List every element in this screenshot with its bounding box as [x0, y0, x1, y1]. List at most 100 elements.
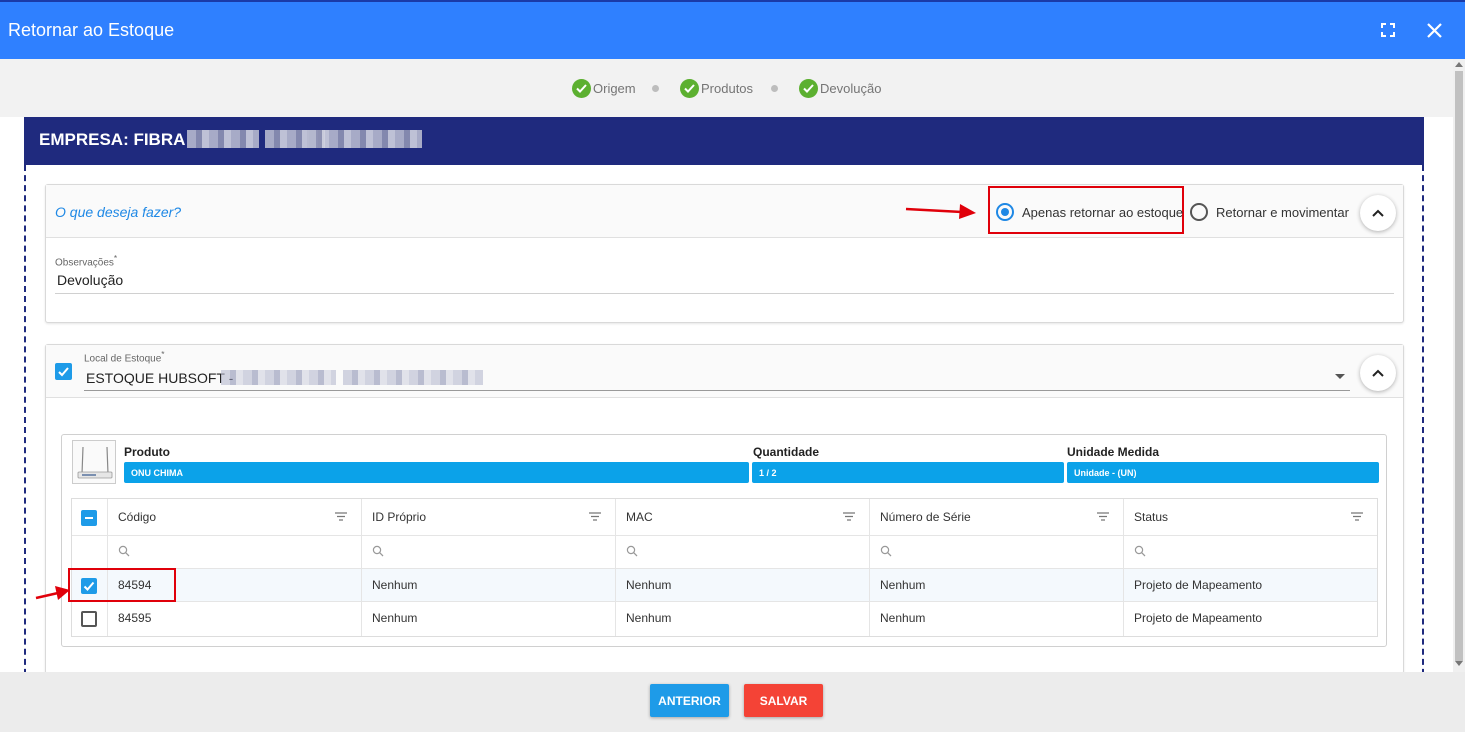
product-image	[72, 440, 116, 484]
filter-cell[interactable]	[869, 536, 1123, 568]
step-label: Produtos	[701, 81, 754, 96]
step-devolucao[interactable]: Devolução	[799, 79, 881, 98]
save-button[interactable]: SALVAR	[744, 684, 823, 717]
step-produtos[interactable]: Produtos	[680, 79, 753, 98]
search-icon	[118, 545, 130, 557]
cell-id: Nenhum	[361, 569, 615, 601]
window-title: Retornar ao Estoque	[8, 20, 175, 40]
row-checkbox[interactable]	[81, 611, 97, 627]
step-separator	[771, 85, 778, 92]
check-circle-icon	[572, 79, 591, 98]
annotation-arrow-icon	[35, 586, 70, 600]
collapse-button[interactable]	[1360, 355, 1396, 391]
radio-label: Apenas retornar ao estoque	[1022, 204, 1184, 220]
product-header: Produto	[124, 445, 170, 459]
previous-button[interactable]: ANTERIOR	[650, 684, 729, 717]
col-header-mac[interactable]: MAC	[615, 499, 869, 535]
fullscreen-icon[interactable]	[1376, 18, 1400, 42]
filter-icon	[1351, 512, 1363, 521]
check-icon	[58, 367, 69, 377]
cell-codigo: 84595	[107, 602, 361, 636]
collapse-button[interactable]	[1360, 195, 1396, 231]
col-header-codigo[interactable]: Código	[107, 499, 361, 535]
step-label: Devolução	[820, 81, 882, 96]
redacted-text	[187, 130, 259, 148]
radio-apenas-retornar[interactable]: Apenas retornar ao estoque	[996, 203, 1183, 221]
stock-underline	[84, 390, 1350, 391]
cell-status: Projeto de Mapeamento	[1123, 569, 1377, 601]
search-icon	[1134, 545, 1146, 557]
table-row[interactable]: 84594 Nenhum Nenhum Nenhum Projeto de Ma…	[72, 569, 1377, 602]
select-all-checkbox[interactable]	[81, 510, 97, 526]
col-header-serie[interactable]: Número de Série	[869, 499, 1123, 535]
filter-icon	[1097, 512, 1109, 521]
dialog-content: EMPRESA: FIBRA O que deseja fazer? Apena…	[0, 117, 1453, 672]
action-panel-header: O que deseja fazer? Apenas retornar ao e…	[46, 185, 1403, 238]
radio-indicator	[1190, 203, 1208, 221]
action-panel: O que deseja fazer? Apenas retornar ao e…	[45, 184, 1404, 323]
close-icon[interactable]	[1422, 18, 1446, 42]
qty-header: Quantidade	[753, 445, 820, 459]
radio-label: Retornar e movimentar	[1216, 204, 1349, 220]
dialog-footer: ANTERIOR SALVAR	[0, 672, 1465, 732]
step-separator	[652, 85, 659, 92]
filter-cell[interactable]	[615, 536, 869, 568]
stock-panel: Local de Estoque* ESTOQUE HUBSOFT - Prod…	[45, 344, 1404, 672]
unit-header: Unidade Medida	[1067, 445, 1160, 459]
unit-badge: Unidade - (UN)	[1067, 462, 1379, 483]
company-label: EMPRESA: FIBRA	[39, 130, 186, 149]
check-circle-icon	[680, 79, 699, 98]
redacted-text	[307, 130, 422, 148]
col-header-status[interactable]: Status	[1123, 499, 1377, 535]
cell-mac: Nenhum	[615, 569, 869, 601]
stock-select[interactable]: ESTOQUE HUBSOFT -	[86, 370, 233, 386]
redacted-text	[221, 370, 336, 385]
cell-mac: Nenhum	[615, 602, 869, 636]
filter-cell[interactable]	[107, 536, 361, 568]
obs-field[interactable]: Devolução	[57, 272, 123, 288]
search-icon	[626, 545, 638, 557]
step-origem[interactable]: Origem	[572, 79, 636, 98]
cell-id: Nenhum	[361, 602, 615, 636]
items-grid: Código ID Próprio MAC Número de Série St…	[71, 498, 1378, 637]
action-question: O que deseja fazer?	[55, 204, 182, 220]
redacted-text	[343, 370, 483, 385]
wizard-stepper: Origem Produtos Devolução	[0, 59, 1453, 117]
chevron-up-icon	[1372, 369, 1384, 377]
scroll-up-icon[interactable]	[1455, 62, 1463, 67]
step-label: Origem	[593, 81, 636, 96]
annotation-highlight	[68, 568, 176, 602]
minus-icon	[85, 517, 93, 519]
dropdown-arrow-icon[interactable]	[1335, 374, 1345, 380]
cell-status: Projeto de Mapeamento	[1123, 602, 1377, 636]
filter-cell[interactable]	[361, 536, 615, 568]
stock-label: Local de Estoque*	[84, 349, 165, 365]
radio-indicator	[996, 203, 1014, 221]
stock-checkbox[interactable]	[55, 363, 72, 380]
product-name-badge: ONU CHIMA	[124, 462, 749, 483]
annotation-arrow-icon	[905, 204, 976, 219]
company-header: EMPRESA: FIBRA	[24, 117, 1424, 165]
col-header-id[interactable]: ID Próprio	[361, 499, 615, 535]
stock-panel-header: Local de Estoque* ESTOQUE HUBSOFT -	[46, 345, 1403, 398]
obs-label: Observações*	[55, 253, 118, 269]
grid-header-row: Código ID Próprio MAC Número de Série St…	[72, 499, 1377, 536]
search-icon	[372, 545, 384, 557]
filter-icon	[843, 512, 855, 521]
window-titlebar: Retornar ao Estoque	[0, 0, 1465, 59]
check-circle-icon	[799, 79, 818, 98]
filter-cell[interactable]	[1123, 536, 1377, 568]
obs-underline	[55, 293, 1394, 294]
scroll-down-icon[interactable]	[1455, 661, 1463, 666]
search-icon	[880, 545, 892, 557]
filter-icon	[589, 512, 601, 521]
table-row[interactable]: 84595 Nenhum Nenhum Nenhum Projeto de Ma…	[72, 602, 1377, 636]
product-card: Produto Quantidade Unidade Medida ONU CH…	[61, 434, 1387, 647]
radio-retornar-movimentar[interactable]: Retornar e movimentar	[1190, 203, 1349, 221]
scroll-thumb[interactable]	[1455, 71, 1463, 661]
chevron-up-icon	[1372, 209, 1384, 217]
filter-icon	[335, 512, 347, 521]
vertical-scrollbar[interactable]	[1453, 59, 1465, 672]
cell-serie: Nenhum	[869, 602, 1123, 636]
grid-filter-row	[72, 536, 1377, 569]
